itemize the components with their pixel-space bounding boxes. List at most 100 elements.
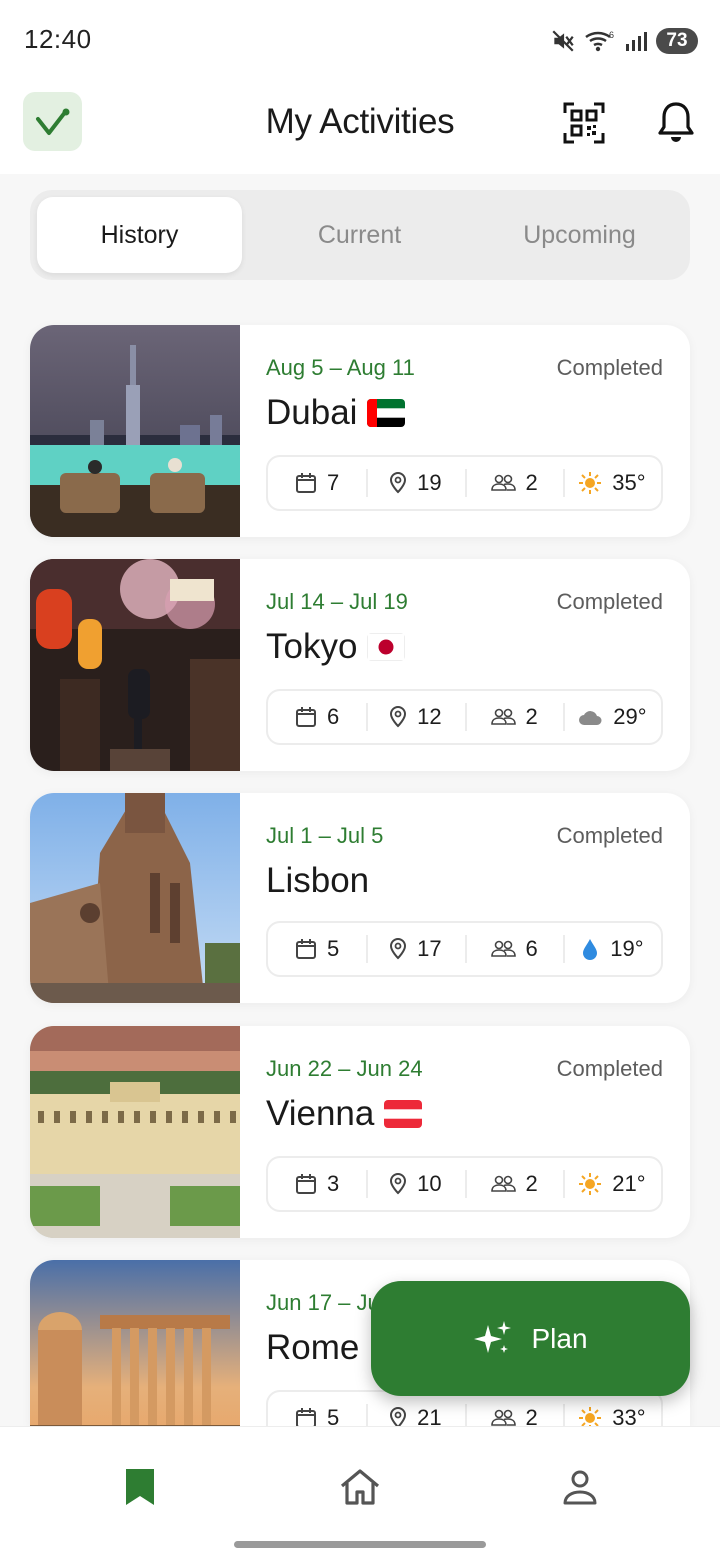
status-icons: 6 73 bbox=[550, 26, 698, 56]
tab-upcoming[interactable]: Upcoming bbox=[477, 197, 682, 273]
battery-indicator: 73 bbox=[656, 28, 698, 54]
stat-places-value: 19 bbox=[417, 470, 442, 495]
tab-current[interactable]: Current bbox=[257, 197, 462, 273]
stat-days-value: 6 bbox=[327, 704, 340, 729]
people-icon bbox=[490, 1175, 516, 1192]
stat-places: 21 bbox=[366, 1392, 464, 1426]
calendar-icon bbox=[296, 1408, 316, 1426]
stat-temp-value: 33° bbox=[612, 1405, 646, 1426]
japan-flag-icon bbox=[367, 633, 406, 661]
trip-dates: Jun 17 – Ju bbox=[266, 1290, 380, 1315]
trip-photo-vienna bbox=[30, 1026, 240, 1238]
trip-stats: 6 12 2 29° bbox=[266, 689, 663, 745]
stat-days-value: 3 bbox=[327, 1171, 340, 1196]
stat-people-value: 2 bbox=[525, 704, 538, 729]
trip-photo-rome bbox=[30, 1260, 240, 1426]
trip-photo-lisbon bbox=[30, 793, 240, 1003]
trip-city: Lisbon bbox=[266, 861, 369, 901]
activity-tabs: History Current Upcoming bbox=[30, 190, 690, 280]
people-icon bbox=[490, 708, 516, 725]
trip-status: Completed bbox=[556, 355, 663, 380]
stat-temp-value: 35° bbox=[612, 470, 646, 495]
stat-weather: 33° bbox=[562, 1392, 661, 1426]
location-pin-icon bbox=[390, 1407, 407, 1426]
people-icon bbox=[490, 1409, 516, 1426]
plan-button-label: Plan bbox=[531, 1322, 588, 1354]
stat-places: 10 bbox=[366, 1158, 464, 1210]
home-indicator bbox=[234, 1541, 486, 1548]
stat-weather: 29° bbox=[562, 691, 661, 743]
person-icon bbox=[563, 1470, 597, 1505]
nav-profile[interactable] bbox=[550, 1457, 610, 1517]
stat-people: 6 bbox=[464, 923, 563, 975]
trip-card-vienna[interactable]: Jun 22 – Jun 24 Completed Vienna 3 10 2 … bbox=[30, 1026, 690, 1238]
stat-days: 3 bbox=[268, 1158, 366, 1210]
stat-temp-value: 29° bbox=[613, 704, 647, 729]
trip-city-name: Dubai bbox=[266, 393, 358, 432]
stat-weather: 21° bbox=[562, 1158, 661, 1210]
trip-card-tokyo[interactable]: Jul 14 – Jul 19 Completed Tokyo 6 12 2 2… bbox=[30, 559, 690, 771]
stat-people-value: 2 bbox=[525, 1171, 538, 1196]
stat-places: 12 bbox=[366, 691, 464, 743]
tab-history[interactable]: History bbox=[37, 197, 242, 273]
trip-city: Tokyo bbox=[266, 627, 406, 667]
stat-temp-value: 21° bbox=[612, 1171, 646, 1196]
calendar-icon bbox=[296, 939, 316, 959]
bell-icon bbox=[658, 102, 694, 142]
sparkles-icon bbox=[474, 1320, 512, 1353]
trip-status: Completed bbox=[556, 823, 663, 848]
trip-card-lisbon[interactable]: Jul 1 – Jul 5 Completed Lisbon 5 17 6 19… bbox=[30, 793, 690, 1003]
trip-city-name: Lisbon bbox=[266, 861, 370, 900]
stat-people: 2 bbox=[464, 1158, 563, 1210]
page-title: My Activities bbox=[265, 102, 455, 141]
stat-places-value: 12 bbox=[417, 704, 442, 729]
stat-temp-value: 19° bbox=[610, 936, 644, 961]
app-header: My Activities bbox=[0, 80, 720, 174]
trip-dates: Aug 5 – Aug 11 bbox=[266, 355, 415, 380]
trip-photo-dubai bbox=[30, 325, 240, 537]
raindrop-icon bbox=[583, 939, 598, 960]
nav-home[interactable] bbox=[330, 1457, 390, 1517]
calendar-icon bbox=[296, 707, 316, 727]
stat-places-value: 21 bbox=[417, 1405, 442, 1426]
trip-card-dubai[interactable]: Aug 5 – Aug 11 Completed Dubai 7 19 2 35… bbox=[30, 325, 690, 537]
stat-people: 2 bbox=[464, 457, 563, 509]
stat-days: 6 bbox=[268, 691, 366, 743]
trip-stats: 5 17 6 19° bbox=[266, 921, 663, 977]
stat-people: 2 bbox=[464, 691, 563, 743]
trip-stats: 7 19 2 35° bbox=[266, 455, 663, 511]
stat-weather: 35° bbox=[562, 457, 661, 509]
stat-places: 17 bbox=[366, 923, 464, 975]
stat-days-value: 7 bbox=[327, 470, 340, 495]
trip-dates: Jul 14 – Jul 19 bbox=[266, 589, 408, 614]
trip-city: Vienna bbox=[266, 1094, 423, 1134]
sun-icon bbox=[579, 1407, 602, 1426]
stat-weather: 19° bbox=[562, 923, 661, 975]
trip-city-name: Vienna bbox=[266, 1094, 375, 1133]
stat-places-value: 17 bbox=[417, 936, 442, 961]
bookmark-icon bbox=[126, 1469, 154, 1505]
uae-flag-icon bbox=[367, 399, 406, 427]
trip-dates: Jun 22 – Jun 24 bbox=[266, 1056, 423, 1081]
trip-city: Dubai bbox=[266, 393, 406, 433]
location-pin-icon bbox=[390, 472, 407, 494]
plan-button[interactable]: Plan bbox=[371, 1281, 690, 1396]
trip-photo-tokyo bbox=[30, 559, 240, 771]
stat-days: 5 bbox=[268, 923, 366, 975]
people-icon bbox=[490, 474, 516, 491]
status-time: 12:40 bbox=[24, 24, 92, 54]
notifications-button[interactable] bbox=[654, 100, 698, 146]
cloud-icon bbox=[579, 711, 602, 725]
stat-people-value: 2 bbox=[525, 470, 538, 495]
trip-dates: Jul 1 – Jul 5 bbox=[266, 823, 384, 848]
qr-scan-button[interactable] bbox=[563, 102, 605, 144]
stat-people-value: 6 bbox=[525, 936, 538, 961]
austria-flag-icon bbox=[384, 1100, 423, 1128]
status-bar: 12:40 6 73 bbox=[0, 0, 720, 80]
calendar-icon bbox=[296, 473, 316, 493]
qr-code-icon bbox=[563, 102, 605, 144]
nav-bookmarks[interactable] bbox=[110, 1457, 170, 1517]
sun-icon bbox=[579, 472, 602, 494]
trip-city-name: Tokyo bbox=[266, 627, 358, 666]
people-icon bbox=[490, 940, 516, 957]
